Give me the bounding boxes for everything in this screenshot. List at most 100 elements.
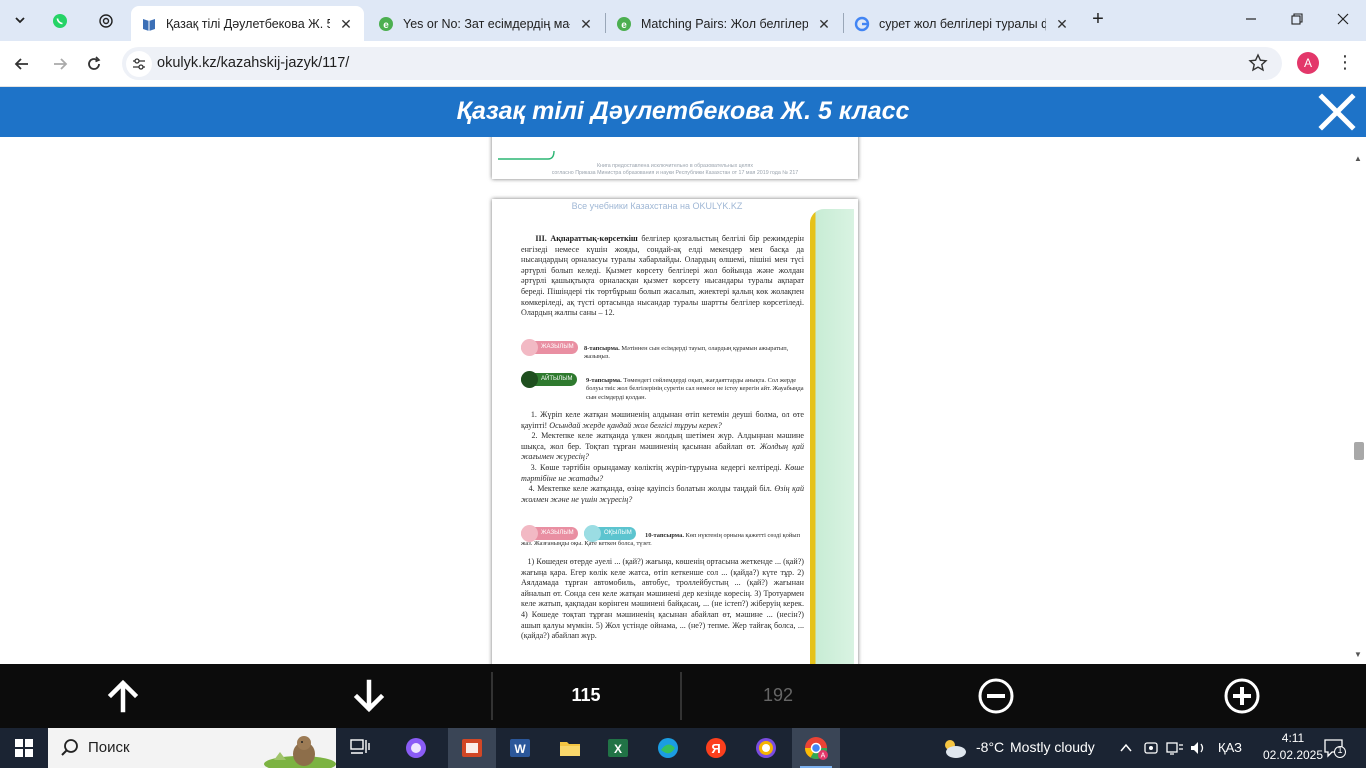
close-tab-icon[interactable]: ✕ — [1054, 16, 1070, 32]
weather-cloud-icon[interactable] — [940, 736, 968, 760]
network-icon[interactable] — [1166, 740, 1184, 756]
task-view-button[interactable] — [336, 728, 384, 768]
weather-text[interactable]: Mostly cloudy — [1010, 739, 1095, 755]
taskbar-app-browser[interactable] — [742, 728, 790, 768]
forward-button[interactable] — [46, 50, 74, 78]
close-tab-icon[interactable]: ✕ — [578, 16, 594, 32]
pinned-tab-whatsapp[interactable] — [46, 8, 74, 34]
total-pages: 192 — [762, 685, 794, 705]
arrow-right-icon — [54, 58, 68, 70]
browser-toolbar: okulyk.kz/kazahskij-jazyk/117/ A ⋮ — [0, 41, 1366, 87]
google-icon — [854, 16, 870, 32]
volume-icon[interactable] — [1189, 740, 1207, 756]
search-icon — [61, 739, 78, 756]
address-bar[interactable]: okulyk.kz/kazahskij-jazyk/117/ — [122, 47, 1282, 80]
svg-text:W: W — [514, 742, 526, 756]
task-10: 10-тапсырма. Көп нүктенің орнына қажетті… — [521, 532, 804, 549]
svg-text:X: X — [614, 742, 622, 756]
url-text[interactable]: okulyk.kz/kazahskij-jazyk/117/ — [157, 55, 349, 71]
arrow-down-icon — [353, 679, 385, 713]
zoom-in-icon — [1224, 678, 1260, 714]
restore-icon — [1291, 13, 1303, 25]
clock-time[interactable]: 4:11 — [1265, 731, 1321, 745]
tab-title: Yes or No: Зат есімдердің мағы — [403, 16, 570, 31]
arrow-left-icon — [14, 58, 28, 70]
close-tab-icon[interactable]: ✕ — [816, 16, 832, 32]
start-button[interactable] — [0, 728, 48, 768]
taskbar-app-copilot[interactable] — [392, 728, 440, 768]
taskbar-app-edge[interactable] — [644, 728, 692, 768]
tab-google-search[interactable]: сурет жол белгілері туралы фо ✕ — [844, 6, 1080, 41]
edge-icon — [658, 738, 678, 758]
next-page-button[interactable] — [351, 678, 387, 714]
scroll-down-icon[interactable]: ▼ — [1353, 650, 1363, 660]
clock-date[interactable]: 02.02.2025 — [1253, 748, 1333, 762]
meet-now-icon[interactable] — [1143, 740, 1159, 756]
book-icon — [141, 16, 157, 32]
tab-matching-pairs[interactable]: e Matching Pairs: Жол белгілерін ✕ — [606, 6, 842, 41]
taskbar-app-chrome[interactable]: A — [792, 728, 840, 768]
copyright-note: согласно Приказа Министра образования и … — [551, 170, 799, 176]
taskbar-app-word[interactable]: W — [496, 728, 544, 768]
scrollbar-thumb[interactable] — [1354, 442, 1364, 460]
task-view-icon — [350, 739, 370, 754]
zoom-out-button[interactable] — [978, 678, 1014, 714]
input-language[interactable]: ҚАЗ — [1218, 740, 1242, 755]
taskbar-app-powerpoint[interactable] — [448, 728, 496, 768]
previous-page-button[interactable] — [105, 678, 141, 714]
exercise-text: 1) Көшеден өтерде әуелі ... (қай?) жағың… — [521, 557, 804, 641]
task-9: 9-тапсырма. Төмендегі сөйлемдерді оқып, … — [586, 377, 804, 402]
speech-icon — [521, 371, 538, 388]
notification-center-button[interactable]: 1 — [1324, 738, 1346, 758]
close-window-button[interactable] — [1320, 0, 1366, 38]
paragraph-heading: ІІІ. Ақпараттық-көрсеткіш — [535, 234, 638, 243]
reload-button[interactable] — [80, 50, 108, 78]
tab-title: сурет жол белгілері туралы фо — [879, 16, 1046, 31]
chrome-icon: A — [805, 737, 828, 760]
close-tab-icon[interactable]: ✕ — [338, 16, 354, 32]
tab-active[interactable]: Қазақ тілі Дәулетбекова Ж. 5 к ✕ — [131, 6, 364, 41]
taskbar: Поиск W X Я A -8°C Mostly cloudy ҚАЗ 4:1… — [0, 728, 1366, 768]
browser-rainbow-icon — [756, 738, 776, 758]
minimize-button[interactable] — [1228, 0, 1274, 38]
document-viewer[interactable]: Книга предоставлена исключительно в обра… — [0, 137, 1366, 664]
badge-speaking: АЙТЫЛЫМ — [521, 371, 577, 388]
profile-avatar[interactable]: A — [1297, 52, 1319, 74]
current-page-input[interactable]: 115 — [492, 685, 680, 706]
svg-text:A: A — [821, 753, 826, 760]
restore-button[interactable] — [1274, 0, 1320, 38]
reader-toolbar: 115 192 — [0, 664, 1366, 728]
reader-header: Қазақ тілі Дәулетбекова Ж. 5 класс — [0, 87, 1366, 137]
svg-text:e: e — [621, 20, 627, 31]
scroll-up-icon[interactable]: ▲ — [1353, 154, 1363, 164]
badge-writing: ЖАЗЫЛЫМ — [521, 339, 578, 356]
task-10-body: 1) Көшеден өтерде әуелі ... (қай?) жағың… — [521, 557, 804, 642]
tab-title: Қазақ тілі Дәулетбекова Ж. 5 к — [166, 16, 330, 31]
badge-label: ЖАЗЫЛЫМ — [541, 344, 574, 350]
vertical-scrollbar[interactable]: ▲ ▼ — [1350, 150, 1366, 664]
browser-menu-button[interactable]: ⋮ — [1336, 52, 1354, 74]
site-info-button[interactable] — [126, 51, 152, 77]
list-item: 4. Мектепке келе жатқанда, өзіңе қауіпсі… — [528, 484, 772, 494]
taskbar-search[interactable]: Поиск — [48, 728, 336, 768]
pinned-tab-chatgpt[interactable] — [92, 8, 120, 34]
bookmark-star-icon[interactable] — [1248, 53, 1268, 73]
taskbar-app-explorer[interactable] — [546, 728, 594, 768]
task-8: 8-тапсырма. Мәтіннен сын есімдерді тауып… — [584, 345, 804, 362]
chevron-up-icon[interactable] — [1119, 741, 1133, 755]
tab-search-button[interactable] — [8, 8, 32, 32]
task-number: 9-тапсырма. — [586, 377, 622, 384]
zoom-in-button[interactable] — [1224, 678, 1260, 714]
taskbar-app-excel[interactable]: X — [594, 728, 642, 768]
new-tab-button[interactable]: + — [1087, 9, 1109, 31]
close-reader-button[interactable] — [1316, 91, 1358, 133]
openai-icon — [99, 14, 113, 28]
back-button[interactable] — [8, 50, 36, 78]
taskbar-app-yandex[interactable]: Я — [692, 728, 740, 768]
tab-yes-or-no[interactable]: e Yes or No: Зат есімдердің мағы ✕ — [368, 6, 604, 41]
whatsapp-icon — [53, 14, 67, 28]
tune-icon — [133, 58, 145, 70]
zoom-out-icon — [978, 678, 1014, 714]
weather-temp[interactable]: -8°C — [976, 739, 1004, 755]
arrow-up-icon — [107, 679, 139, 713]
